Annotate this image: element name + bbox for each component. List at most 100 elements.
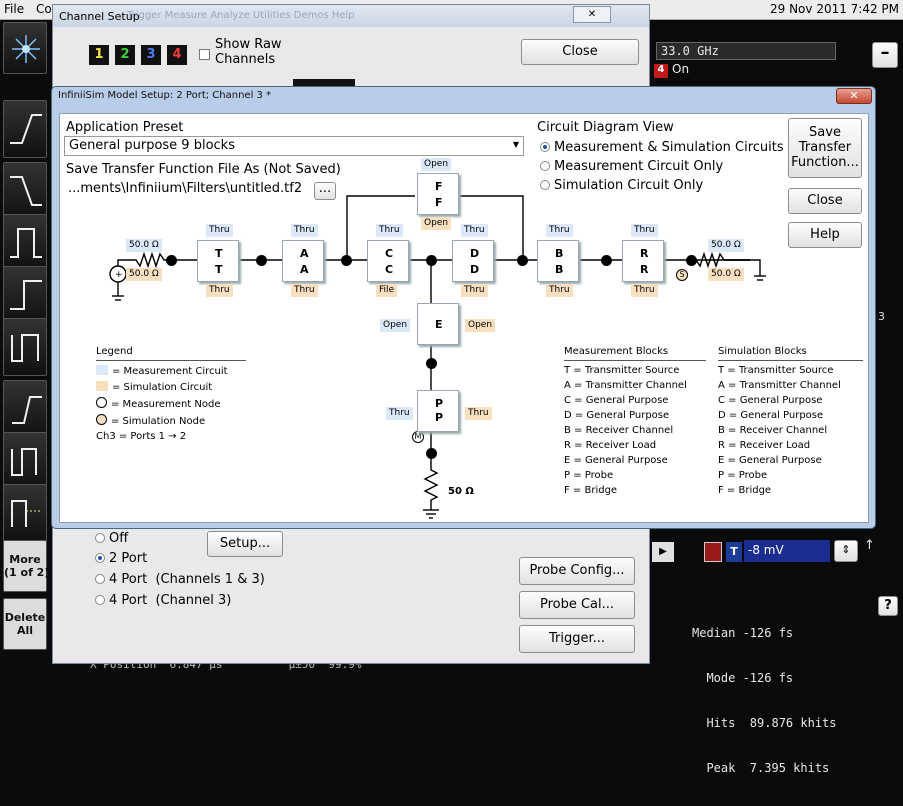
block-t-top[interactable]: Thru — [206, 224, 233, 237]
more-button[interactable]: More (1 of 2) — [3, 540, 49, 592]
minimize-button[interactable]: – — [872, 42, 898, 68]
left-toolbar: More (1 of 2) Delete All — [0, 20, 50, 671]
m-node-icon — [96, 397, 107, 408]
show-raw-label: Show Raw Channels — [215, 37, 282, 67]
side-marker: 3 — [878, 310, 885, 323]
glitch-trigger-button[interactable] — [3, 266, 47, 324]
offset-stepper[interactable]: ⇕ — [834, 540, 858, 562]
block-c-box[interactable]: CC — [367, 240, 409, 282]
rising-edge-trigger-button[interactable] — [3, 100, 47, 158]
channel-3-toggle[interactable]: 3 — [141, 45, 161, 65]
setup-hold-trigger-button[interactable] — [3, 484, 47, 542]
node-probe — [426, 448, 437, 459]
radio-4port-channels-1-3[interactable]: 4 Port (Channels 1 & 3) — [95, 572, 265, 587]
play-arrow-button[interactable]: ▶ — [652, 542, 674, 562]
mb-item: R = Receiver Load — [564, 440, 657, 451]
block-p-right[interactable]: Thru — [465, 407, 492, 420]
dialog-body: Application Preset General purpose 9 blo… — [59, 113, 869, 523]
node-src — [166, 255, 177, 266]
block-p-left[interactable]: Thru — [386, 407, 413, 420]
timeout-trigger-button[interactable] — [3, 432, 47, 490]
channel-setup-close-x[interactable]: ✕ — [573, 6, 611, 23]
block-p-box[interactable]: PP — [417, 390, 459, 432]
block-b-top[interactable]: Thru — [546, 224, 573, 237]
mb-item: B = Receiver Channel — [564, 425, 674, 436]
window-trigger-button[interactable] — [3, 380, 47, 438]
dialog-close-button[interactable]: ✕ — [836, 88, 872, 104]
block-t-box[interactable]: TT — [197, 240, 239, 282]
radio-off[interactable]: Off — [95, 531, 128, 546]
block-c-top[interactable]: Thru — [376, 224, 403, 237]
block-r-box[interactable]: RR — [622, 240, 664, 282]
dialog-help-button[interactable]: Help — [788, 222, 862, 248]
block-d-bot[interactable]: Thru — [461, 284, 488, 297]
pulse-icon — [10, 228, 42, 258]
block-t-bot[interactable]: Thru — [206, 284, 233, 297]
starburst-icon — [12, 35, 40, 63]
src-r-top-label[interactable]: 50.0 Ω — [126, 239, 162, 252]
delete-all-button[interactable]: Delete All — [3, 598, 47, 650]
block-d-top[interactable]: Thru — [461, 224, 488, 237]
block-f-bot[interactable]: Open — [421, 217, 452, 230]
channel-1-toggle[interactable]: 1 — [89, 45, 109, 65]
save-transfer-function-button[interactable]: Save Transfer Function... — [788, 118, 862, 178]
legend-simulation: = Simulation Circuit — [96, 381, 246, 393]
rising-edge-icon — [10, 114, 42, 144]
block-e-box[interactable]: E — [417, 303, 459, 345]
block-a-bot[interactable]: Thru — [291, 284, 318, 297]
node-br — [601, 255, 612, 266]
load-r-bot-label[interactable]: 50.0 Ω — [708, 268, 744, 281]
trigger-button[interactable]: Trigger... — [519, 625, 635, 653]
trigger-level-icon[interactable] — [704, 542, 722, 562]
menu-co[interactable]: Co — [36, 2, 52, 16]
probe-cal-button[interactable]: Probe Cal... — [519, 591, 635, 619]
histogram-stats: Median -126 fs Mode -126 fs Hits 89.876 … — [692, 626, 837, 775]
block-f-box[interactable]: FF — [417, 173, 459, 215]
pulse-trigger-button[interactable] — [3, 214, 47, 272]
setup-button[interactable]: Setup... — [207, 531, 283, 557]
block-r-bot[interactable]: Thru — [631, 284, 658, 297]
sb-item: E = General Purpose — [718, 455, 822, 466]
dialog-close-text-button[interactable]: Close — [788, 188, 862, 214]
block-f-top[interactable]: Open — [421, 158, 452, 171]
block-a-top[interactable]: Thru — [291, 224, 318, 237]
radio-2port-indicator — [95, 553, 105, 563]
legend-measurement-node: = Measurement Node — [96, 397, 246, 410]
radio-4port-3-indicator — [95, 595, 105, 605]
legend-simulation-node: = Simulation Node — [96, 414, 246, 427]
measurement-swatch — [96, 365, 108, 375]
mb-item: D = General Purpose — [564, 410, 670, 421]
probe-config-button[interactable]: Probe Config... — [519, 557, 635, 585]
logo-button[interactable] — [3, 22, 47, 74]
radio-2port[interactable]: 2 Port — [95, 551, 147, 566]
block-b-box[interactable]: BB — [537, 240, 579, 282]
t-icon[interactable]: T — [726, 542, 742, 562]
mb-item: A = Transmitter Channel — [564, 380, 687, 391]
channel-setup-titlebar: Channel Setup Trigger Measure Analyze Ut… — [53, 5, 649, 27]
block-e-left[interactable]: Open — [380, 319, 411, 332]
block-c-bot[interactable]: File — [376, 284, 398, 297]
block-r-top[interactable]: Thru — [631, 224, 658, 237]
simulation-node-icon: S — [676, 269, 688, 281]
src-r-bot-label[interactable]: 50.0 Ω — [126, 268, 162, 281]
simulation-blocks-title: Simulation Blocks — [718, 346, 863, 361]
runt-trigger-button[interactable] — [3, 318, 47, 376]
block-e-right[interactable]: Open — [465, 319, 496, 332]
legend-title: Legend — [96, 346, 246, 361]
channel-setup-close-button[interactable]: Close — [521, 39, 639, 65]
channel-4-toggle[interactable]: 4 — [167, 45, 187, 65]
block-d-box[interactable]: DD — [452, 240, 494, 282]
block-a-box[interactable]: AA — [282, 240, 324, 282]
menu-file[interactable]: File — [4, 2, 24, 16]
channel-2-toggle[interactable]: 2 — [115, 45, 135, 65]
sb-item: C = General Purpose — [718, 395, 823, 406]
show-raw-checkbox[interactable] — [199, 49, 210, 60]
load-r-top-label[interactable]: 50.0 Ω — [708, 239, 744, 252]
falling-edge-trigger-button[interactable] — [3, 162, 47, 220]
radio-4port-channel-3[interactable]: 4 Port (Channel 3) — [95, 593, 231, 608]
legend-ports: Ch3 = Ports 1 → 2 — [96, 431, 187, 442]
up-arrow-icon: ↑ — [864, 538, 875, 553]
help-question-button[interactable]: ? — [878, 596, 898, 616]
block-b-bot[interactable]: Thru — [546, 284, 573, 297]
offset-field[interactable]: -8 mV — [744, 540, 830, 562]
